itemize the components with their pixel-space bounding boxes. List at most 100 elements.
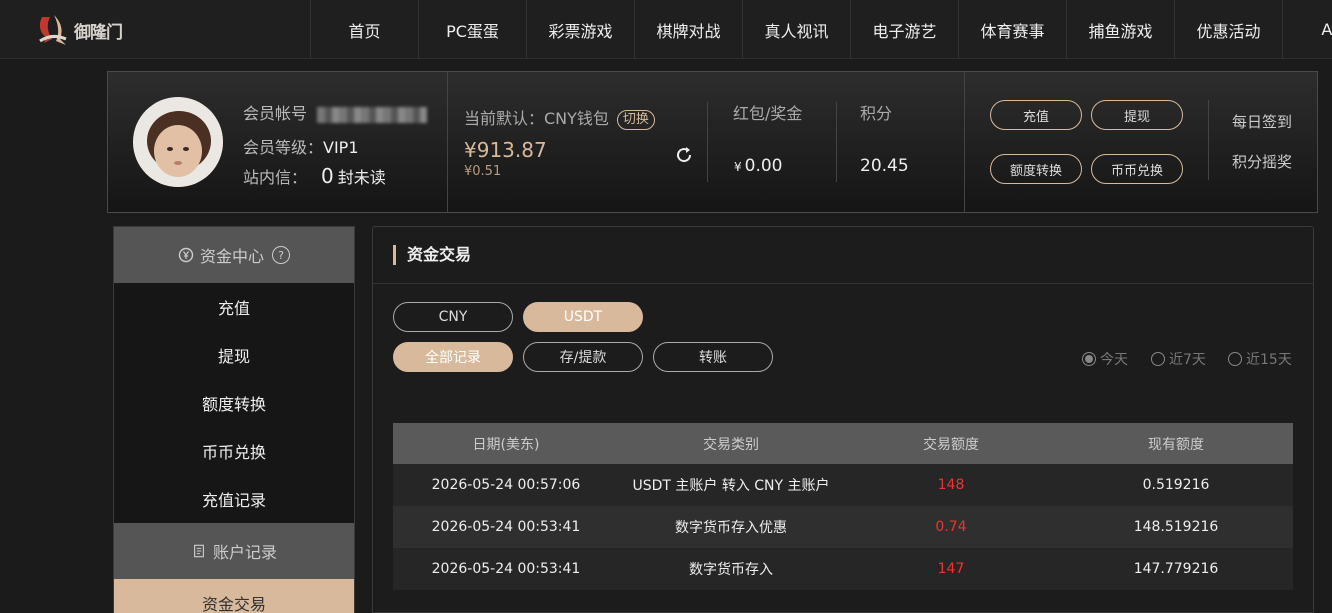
yen-coin-icon [178, 247, 194, 263]
nav-item-4[interactable]: 真人视讯 [742, 0, 850, 59]
nav-item-6[interactable]: 体育赛事 [958, 0, 1066, 59]
divider [373, 283, 1313, 284]
table-row: 2026-05-24 00:53:41 数字货币存入 147 147.779216 [393, 548, 1293, 590]
table-row: 2026-05-24 00:57:06 USDT 主账户 转入 CNY 主账户 14… [393, 464, 1293, 506]
divider [964, 72, 965, 212]
document-icon [191, 543, 207, 559]
table-cell: 0.519216 [1059, 464, 1293, 506]
nav-item-7[interactable]: 捕鱼游戏 [1066, 0, 1174, 59]
exchange-button[interactable]: 币币兑换 [1091, 154, 1183, 184]
radio-dot-icon [1151, 352, 1165, 366]
inbox-count: 0 [321, 164, 334, 188]
date-range-radio[interactable]: 今天 [1082, 349, 1128, 369]
refresh-icon[interactable] [674, 145, 694, 165]
date-range-radio[interactable]: 近15天 [1228, 349, 1292, 369]
account-records-items: 资金交易 [114, 579, 354, 613]
table-cell: 2026-05-24 00:53:41 [393, 548, 619, 590]
type-tab[interactable]: 存/提款 [523, 342, 643, 372]
nav-item-1[interactable]: PC蛋蛋 [418, 0, 526, 59]
level-label: 会员等级： [243, 138, 324, 157]
column-header: 交易额度 [843, 423, 1059, 464]
table-cell: 数字货币存入 [619, 548, 843, 590]
transactions-panel: 资金交易 CNY USDT 全部记录 存/提款 转账 今天 近7天 近15天 日期(美东)… [372, 226, 1314, 613]
column-header: 交易类别 [619, 423, 843, 464]
type-tab[interactable]: 转账 [653, 342, 773, 372]
wallet-default-label: 当前默认：CNY钱包 切换 [464, 105, 655, 130]
table-cell: 148 [843, 464, 1059, 506]
inbox-row[interactable]: 站内信： 0 封未读 [243, 164, 386, 188]
avatar[interactable] [133, 97, 223, 187]
funds-center-items: 充值 提现 额度转换 币币兑换 充值记录 [114, 283, 354, 523]
table-cell: 2026-05-24 00:57:06 [393, 464, 619, 506]
funds-center-title: 资金中心 [199, 247, 264, 266]
bonus-currency: ¥ [734, 160, 742, 174]
nav-item-2[interactable]: 彩票游戏 [526, 0, 634, 59]
divider [707, 102, 708, 182]
sidebar-menu: 资金中心 ? 充值 提现 额度转换 币币兑换 充值记录 账户记录 资金交易 [113, 226, 355, 613]
inbox-label: 站内信： [243, 168, 308, 187]
table-cell: 148.519216 [1059, 506, 1293, 548]
account-name-redacted [317, 106, 428, 123]
nav-item-8[interactable]: 优惠活动 [1174, 0, 1282, 59]
nav-item-3[interactable]: 棋牌对战 [634, 0, 742, 59]
date-range-radio[interactable]: 近7天 [1151, 349, 1206, 369]
level-row: 会员等级：VIP1 [243, 134, 359, 158]
table-cell: 数字货币存入优惠 [619, 506, 843, 548]
switch-wallet-button[interactable]: 切换 [616, 109, 655, 130]
column-header: 日期(美东) [393, 423, 619, 464]
sidebar-item[interactable]: 充值记录 [114, 475, 354, 523]
table-cell: USDT 主账户 转入 CNY 主账户 [619, 464, 843, 506]
radio-label: 近15天 [1246, 352, 1292, 368]
sidebar-item-active[interactable]: 资金交易 [114, 579, 354, 613]
divider [836, 102, 837, 182]
column-header: 现有额度 [1059, 423, 1293, 464]
daily-checkin-link[interactable]: 每日签到 [1232, 111, 1292, 132]
radio-dot-icon [1228, 352, 1242, 366]
help-icon[interactable]: ? [272, 246, 290, 264]
bonus-value: ¥0.00 [734, 156, 783, 176]
account-records-title: 账户记录 [212, 543, 277, 562]
table-cell: 2026-05-24 00:53:41 [393, 506, 619, 548]
top-navbar: 御隆门 首页PC蛋蛋彩票游戏棋牌对战真人视讯电子游艺体育赛事捕鱼游戏优惠活动AP… [0, 0, 1332, 59]
sidebar-item[interactable]: 提现 [114, 331, 354, 379]
logo-emblem-icon [39, 15, 67, 45]
nav-item-9[interactable]: APP [1282, 0, 1332, 59]
deposit-button[interactable]: 充值 [990, 100, 1082, 130]
table-cell: 0.74 [843, 506, 1059, 548]
funds-center-header: 资金中心 ? [114, 227, 354, 283]
wallet-sub-balance: ¥0.51 [464, 164, 502, 179]
transfer-button[interactable]: 额度转换 [990, 154, 1082, 184]
bonus-label: 红包/奖金 [733, 104, 803, 123]
points-lottery-link[interactable]: 积分摇奖 [1232, 151, 1292, 172]
account-row: 会员帐号 [243, 100, 428, 124]
table-header-row: 日期(美东) 交易类别 交易额度 现有额度 [393, 423, 1293, 464]
table-cell: 147 [843, 548, 1059, 590]
currency-tab-cny[interactable]: CNY [393, 302, 513, 332]
brand-logo[interactable]: 御隆门 [34, 10, 134, 50]
radio-label: 近7天 [1169, 352, 1206, 368]
sidebar-item[interactable]: 额度转换 [114, 379, 354, 427]
table-body: 2026-05-24 00:57:06 USDT 主账户 转入 CNY 主账户 14… [393, 464, 1293, 590]
radio-label: 今天 [1100, 352, 1128, 368]
level-value: VIP1 [323, 138, 359, 157]
table-row: 2026-05-24 00:53:41 数字货币存入优惠 0.74 148.51921… [393, 506, 1293, 548]
table-cell: 147.779216 [1059, 548, 1293, 590]
brand-name: 御隆门 [74, 22, 123, 43]
sidebar-item[interactable]: 币币兑换 [114, 427, 354, 475]
currency-tab-usdt[interactable]: USDT [523, 302, 643, 332]
type-tab[interactable]: 全部记录 [393, 342, 513, 372]
withdraw-button[interactable]: 提现 [1091, 100, 1183, 130]
account-label: 会员帐号 [243, 104, 308, 123]
divider [447, 72, 448, 212]
wallet-balance: ¥913.87 [464, 138, 547, 162]
points-value: 20.45 [860, 156, 909, 176]
sidebar-item[interactable]: 充值 [114, 283, 354, 331]
panel-title: 资金交易 [393, 245, 471, 265]
divider [1208, 100, 1209, 180]
nav-item-0[interactable]: 首页 [310, 0, 418, 59]
points-label: 积分 [860, 104, 893, 123]
user-summary-panel: 会员帐号 会员等级：VIP1 站内信： 0 封未读 当前默认：CNY钱包 切换 ¥91… [107, 71, 1318, 213]
baby-photo-icon [133, 97, 223, 187]
bonus-amount: 0.00 [744, 156, 783, 176]
nav-item-5[interactable]: 电子游艺 [850, 0, 958, 59]
